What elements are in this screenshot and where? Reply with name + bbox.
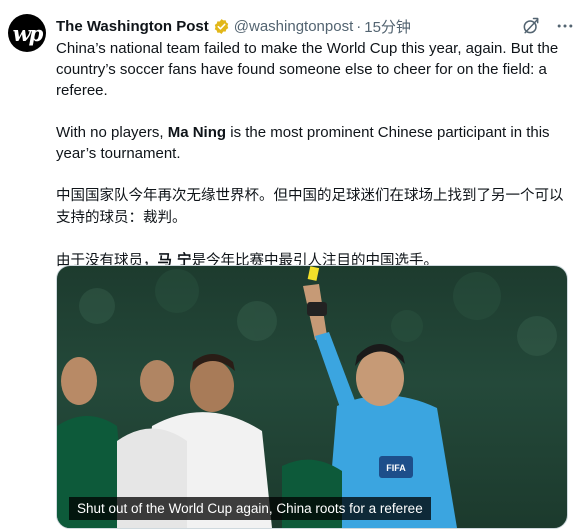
tweet-paragraph-2: With no players, Ma Ning is the most pro… [56,122,571,164]
fifa-badge: FIFA [386,463,406,473]
referee-head [356,350,404,406]
video-caption: Shut out of the World Cup again, China r… [69,497,431,520]
more-options-icon[interactable] [555,16,575,36]
translated-paragraph-1: 中国国家队今年再次无缘世界杯。但中国的足球迷们在球场上找到了另一个可以支持的球员… [56,188,564,226]
grok-icon[interactable] [521,16,541,36]
header-actions [521,16,575,36]
post-time[interactable]: 15分钟 [364,16,411,37]
p2-prefix: With no players, [56,124,168,141]
tweet-media-image[interactable]: FIFA Shut out of the World Cup again, Ch… [56,265,568,529]
referee-photo: FIFA [57,266,557,528]
author-name[interactable]: The Washington Post [56,18,209,35]
tweet-paragraph-1: China’s national team failed to make the… [56,40,559,99]
verified-badge-icon [214,18,229,34]
author-handle[interactable]: @washingtonpost [234,18,353,35]
tweet-header: The Washington Post @washingtonpost · 15… [56,15,575,37]
yellow-card [307,266,320,281]
avatar-logo-text: wp [12,20,44,46]
referee-name: Ma Ning [167,124,227,141]
separator-dot: · [356,17,362,35]
washington-post-avatar[interactable]: wp [8,14,46,52]
tweet-body: China’s national team failed to make the… [56,38,571,293]
